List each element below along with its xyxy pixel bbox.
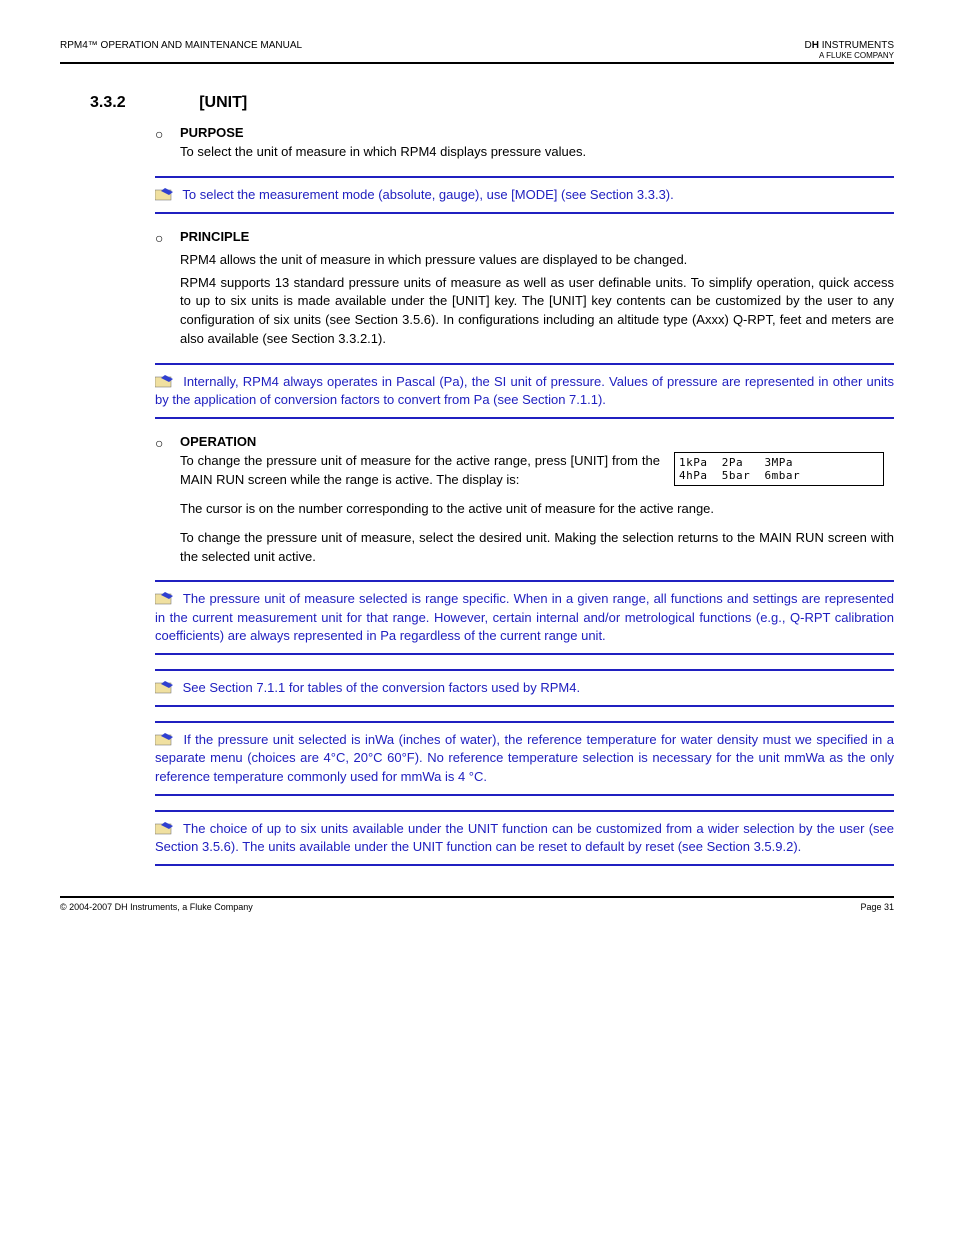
header-right-line2: A FLUKE COMPANY: [805, 51, 894, 60]
header-left: RPM4™ OPERATION AND MAINTENANCE MANUAL: [60, 40, 302, 60]
principle-block: ○ PRINCIPLE RPM4 allows the unit of meas…: [155, 228, 894, 349]
principle-body: PRINCIPLE RPM4 allows the unit of measur…: [180, 228, 894, 349]
note-icon: [155, 186, 177, 202]
operation-p3: To change the pressure unit of measure, …: [180, 529, 894, 567]
purpose-text: To select the unit of measure in which R…: [180, 144, 586, 159]
screen-output: 1kPa 2Pa 3MPa 4hPa 5bar 6mbar: [674, 452, 884, 486]
note-2: Internally, RPM4 always operates in Pasc…: [155, 363, 894, 419]
note-4-em: conversion: [382, 680, 445, 695]
note-icon: [155, 679, 177, 695]
header-right: DH INSTRUMENTS A FLUKE COMPANY: [805, 40, 894, 60]
note-6-text: The choice of up to six units available …: [155, 821, 894, 854]
note-4-suffix: factors used by RPM4.: [445, 680, 580, 695]
section-heading: 3.3.2 [UNIT]: [90, 94, 894, 112]
page-container: RPM4™ OPERATION AND MAINTENANCE MANUAL D…: [0, 0, 954, 942]
purpose-label: PURPOSE: [180, 125, 244, 140]
principle-p2: RPM4 supports 13 standard pressure units…: [180, 274, 894, 349]
bullet-icon: ○: [155, 124, 180, 162]
note-6: The choice of up to six units available …: [155, 810, 894, 866]
operation-body: OPERATION 1kPa 2Pa 3MPa 4hPa 5bar 6mbar …: [180, 433, 894, 566]
principle-p1: RPM4 allows the unit of measure in which…: [180, 251, 894, 270]
section-title: [UNIT]: [199, 94, 247, 111]
purpose-block: ○ PURPOSE To select the unit of measure …: [155, 124, 894, 162]
content: ○ PURPOSE To select the unit of measure …: [155, 124, 894, 866]
note-5: If the pressure unit selected is inWa (i…: [155, 721, 894, 796]
note-1: To select the measurement mode (absolute…: [155, 176, 894, 214]
operation-label: OPERATION: [180, 434, 256, 449]
screen-line2: 4hPa 5bar 6mbar: [679, 469, 800, 482]
page-footer: © 2004-2007 DH Instruments, a Fluke Comp…: [60, 896, 894, 912]
bullet-icon: ○: [155, 433, 180, 566]
purpose-body: PURPOSE To select the unit of measure in…: [180, 124, 894, 162]
note-4-prefix: See Section 7.1.1 for tables of the: [183, 680, 382, 695]
note-4: See Section 7.1.1 for tables of the conv…: [155, 669, 894, 707]
note-icon: [155, 373, 177, 389]
footer-copyright: © 2004-2007 DH Instruments, a Fluke Comp…: [60, 902, 253, 912]
bullet-icon: ○: [155, 228, 180, 349]
screen-float: 1kPa 2Pa 3MPa 4hPa 5bar 6mbar: [674, 452, 894, 488]
header-right-line1: DH INSTRUMENTS: [805, 40, 894, 51]
note-3-text: The pressure unit of measure selected is…: [155, 591, 894, 642]
principle-label: PRINCIPLE: [180, 229, 249, 244]
note-icon: [155, 731, 177, 747]
note-2-text: Internally, RPM4 always operates in Pasc…: [155, 374, 894, 407]
note-3: The pressure unit of measure selected is…: [155, 580, 894, 655]
footer-page: Page 31: [860, 902, 894, 912]
note-5-text: If the pressure unit selected is inWa (i…: [155, 732, 894, 783]
note-icon: [155, 590, 177, 606]
page-header: RPM4™ OPERATION AND MAINTENANCE MANUAL D…: [60, 40, 894, 64]
operation-p2: The cursor is on the number correspondin…: [180, 500, 894, 519]
screen-line1: 1kPa 2Pa 3MPa: [679, 456, 793, 469]
note-icon: [155, 820, 177, 836]
note-1-text: To select the measurement mode (absolute…: [182, 187, 673, 202]
section-number: 3.3.2: [90, 94, 126, 111]
operation-block: ○ OPERATION 1kPa 2Pa 3MPa 4hPa 5bar 6mba…: [155, 433, 894, 566]
